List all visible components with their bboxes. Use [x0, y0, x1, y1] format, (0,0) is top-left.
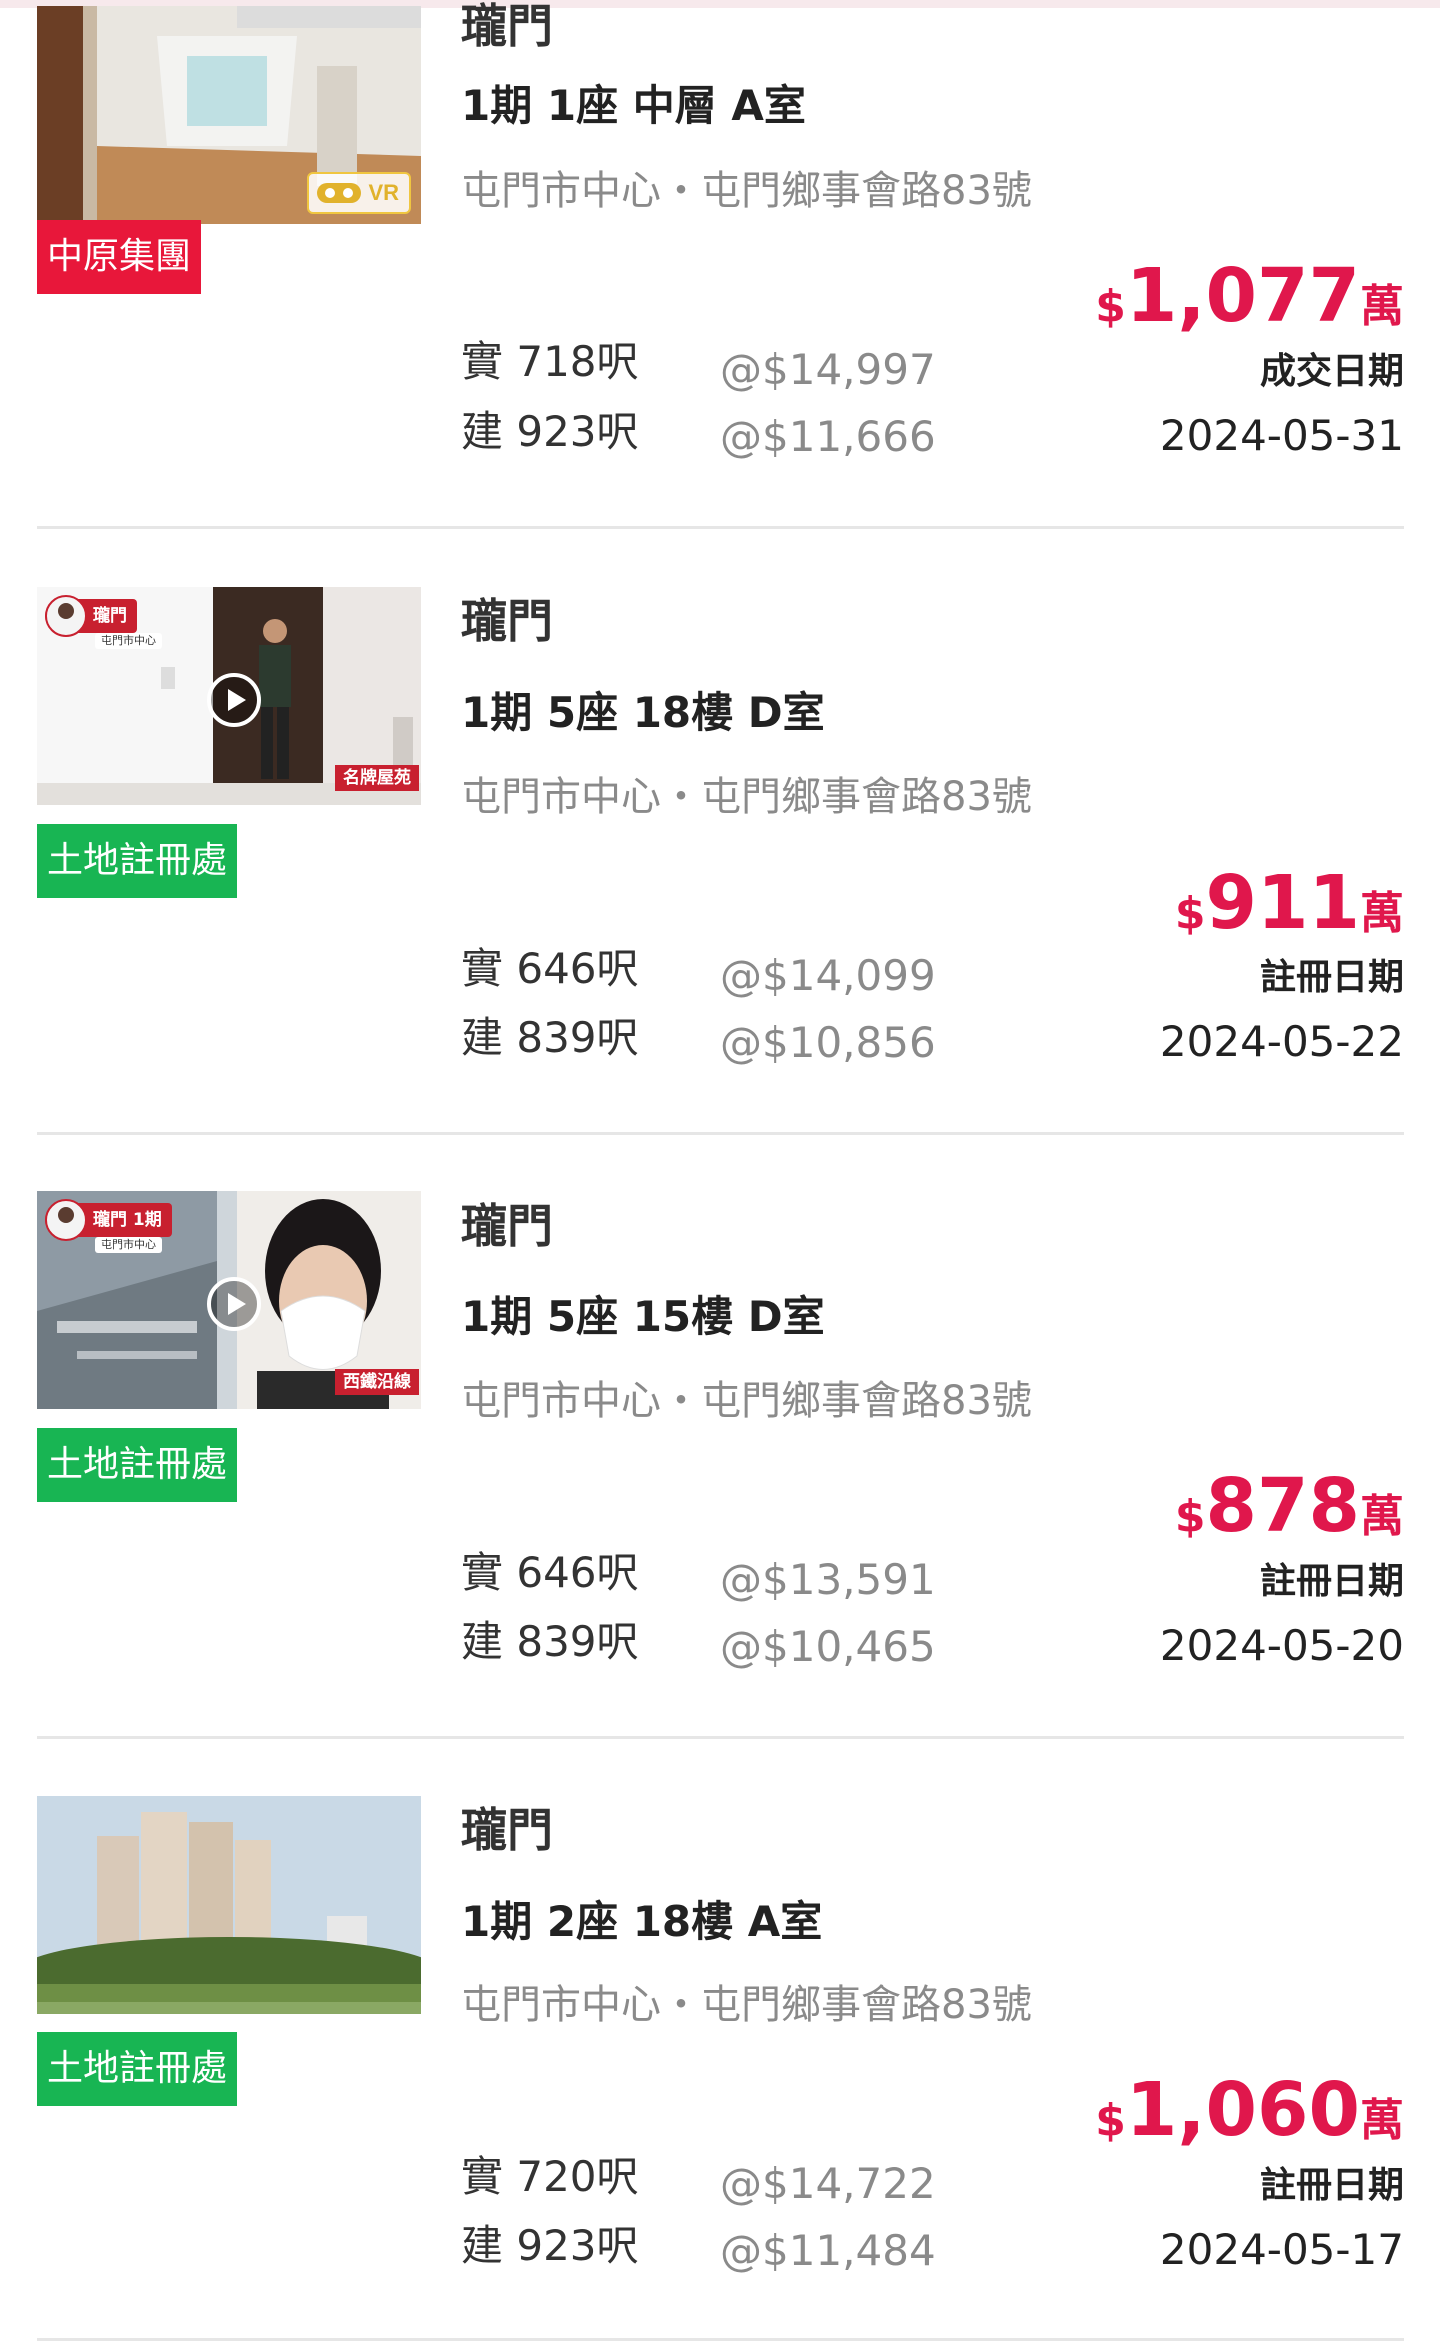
saleable-price-per-sqft: @$14,722 [720, 2159, 936, 2208]
source-badge: 土地註冊處 [37, 2032, 238, 2106]
listing-photo[interactable] [37, 1796, 421, 2014]
price-unit: 萬 [1360, 1491, 1404, 1542]
date-label: 註冊日期 [1259, 1561, 1404, 1602]
transaction-date: 2024-05-17 [1159, 2225, 1404, 2274]
gross-area: 建 923呎 [461, 407, 639, 456]
address: 屯門市中心・屯門鄉事會路83號 [461, 774, 1032, 820]
estate-name[interactable]: 瓏門 [461, 593, 553, 649]
date-label: 註冊日期 [1259, 957, 1404, 998]
vr-label: VR [368, 180, 399, 205]
transaction-date: 2024-05-31 [1159, 411, 1404, 460]
price-currency: $ [1095, 2095, 1126, 2146]
estate-name[interactable]: 瓏門 [461, 0, 553, 54]
price: $911萬 [1175, 863, 1404, 963]
transaction-date: 2024-05-20 [1159, 1621, 1404, 1670]
agent-overlay-badge: 瓏門 屯門市中心 [45, 595, 162, 649]
building-photo [37, 1796, 421, 2014]
saleable-area: 實 646呎 [461, 944, 639, 993]
play-icon[interactable] [207, 1277, 261, 1331]
price-currency: $ [1174, 888, 1206, 939]
price-currency: $ [1174, 1491, 1206, 1542]
price: $1,060萬 [1095, 2070, 1404, 2170]
price-unit: 萬 [1360, 2095, 1404, 2146]
saleable-price-per-sqft: @$14,997 [720, 345, 936, 394]
agent-avatar-icon [45, 595, 87, 637]
agent-avatar-icon [45, 1199, 87, 1241]
overlay-district: 屯門市中心 [95, 1237, 162, 1253]
source-badge: 土地註冊處 [37, 824, 238, 898]
saleable-area: 實 720呎 [461, 2152, 639, 2201]
overlay-tag: 名牌屋苑 [335, 765, 419, 791]
gross-area: 建 839呎 [461, 1013, 639, 1062]
gross-price-per-sqft: @$11,484 [720, 2226, 936, 2275]
price: $878萬 [1175, 1466, 1404, 1566]
listing-card[interactable]: 瓏門 屯門市中心 名牌屋苑 土地註冊處 瓏門 1期 5座 18樓 D室 屯門市中… [0, 527, 1440, 1135]
unit-info: 1期 1座 中層 A室 [461, 81, 806, 130]
price-amount: 911 [1205, 860, 1360, 946]
address: 屯門市中心・屯門鄉事會路83號 [461, 1378, 1032, 1424]
overlay-district: 屯門市中心 [95, 633, 162, 649]
price-unit: 萬 [1360, 888, 1404, 939]
listing-card[interactable]: 瓏門 1期 屯門市中心 西鐵沿線 土地註冊處 瓏門 1期 5座 15樓 D室 屯… [0, 1132, 1440, 1739]
saleable-area: 實 646呎 [461, 1548, 639, 1597]
listing-card[interactable]: VR 中原集團 瓏門 1期 1座 中層 A室 屯門市中心・屯門鄉事會路83號 $… [0, 0, 1440, 529]
address: 屯門市中心・屯門鄉事會路83號 [461, 1982, 1032, 2028]
gross-price-per-sqft: @$10,856 [720, 1018, 936, 1067]
gross-area: 建 839呎 [461, 1617, 639, 1666]
listing-card[interactable]: 土地註冊處 瓏門 1期 2座 18樓 A室 屯門市中心・屯門鄉事會路83號 $1… [0, 1736, 1440, 2341]
saleable-area: 實 718呎 [461, 337, 639, 386]
estate-name[interactable]: 瓏門 [461, 1802, 553, 1858]
play-icon[interactable] [207, 673, 261, 727]
unit-info: 1期 5座 18樓 D室 [461, 688, 825, 737]
listing-photo[interactable]: VR [37, 6, 421, 224]
agent-overlay-badge: 瓏門 1期 屯門市中心 [45, 1199, 172, 1253]
vr-badge: VR [307, 172, 411, 214]
date-label: 註冊日期 [1259, 2165, 1404, 2206]
source-badge: 土地註冊處 [37, 1428, 238, 1502]
price-amount: 878 [1205, 1463, 1360, 1549]
divider [37, 2338, 1404, 2341]
vr-goggles-icon [317, 183, 361, 203]
source-badge: 中原集團 [37, 220, 202, 294]
price: $1,077萬 [1095, 256, 1404, 356]
gross-area: 建 923呎 [461, 2221, 639, 2270]
date-label: 成交日期 [1259, 351, 1404, 392]
unit-info: 1期 5座 15樓 D室 [461, 1292, 825, 1341]
saleable-price-per-sqft: @$13,591 [720, 1555, 936, 1604]
gross-price-per-sqft: @$10,465 [720, 1622, 936, 1671]
address: 屯門市中心・屯門鄉事會路83號 [461, 168, 1032, 214]
listing-video-thumbnail[interactable]: 瓏門 屯門市中心 名牌屋苑 [37, 587, 421, 805]
estate-name[interactable]: 瓏門 [461, 1198, 553, 1254]
overlay-estate: 瓏門 [93, 606, 127, 626]
price-amount: 1,077 [1125, 253, 1360, 339]
unit-info: 1期 2座 18樓 A室 [461, 1897, 823, 1946]
transaction-date: 2024-05-22 [1159, 1017, 1404, 1066]
saleable-price-per-sqft: @$14,099 [720, 951, 936, 1000]
overlay-tag: 西鐵沿線 [335, 1369, 419, 1395]
price-currency: $ [1095, 281, 1126, 332]
price-amount: 1,060 [1125, 2067, 1360, 2153]
overlay-estate: 瓏門 1期 [93, 1210, 162, 1230]
gross-price-per-sqft: @$11,666 [720, 412, 936, 461]
listing-video-thumbnail[interactable]: 瓏門 1期 屯門市中心 西鐵沿線 [37, 1191, 421, 1409]
price-unit: 萬 [1360, 281, 1404, 332]
